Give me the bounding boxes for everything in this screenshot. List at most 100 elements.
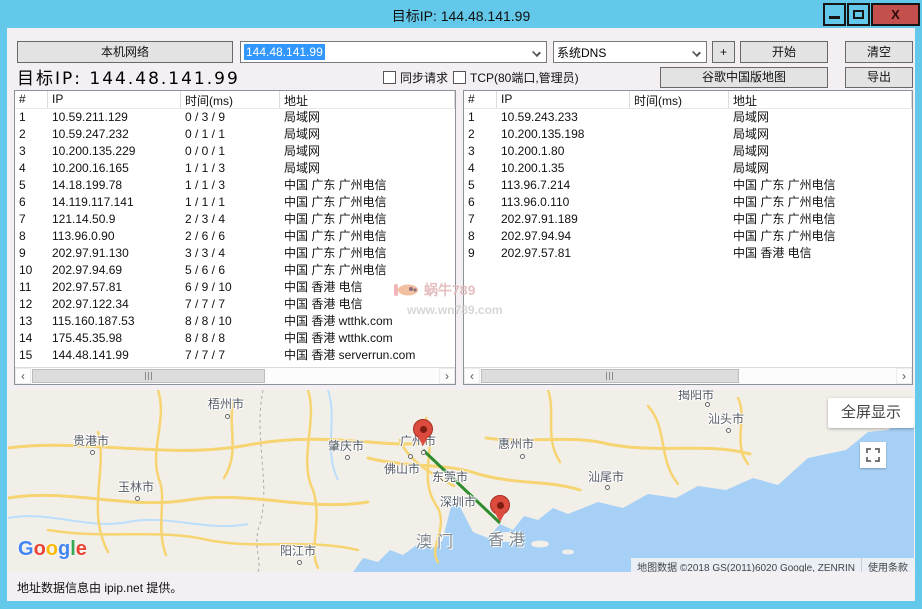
dns-combobox[interactable]: 系统DNS — [553, 41, 707, 63]
close-icon: X — [891, 7, 900, 22]
hop-number: 6 — [15, 194, 48, 211]
scrollbar-track[interactable] — [31, 368, 439, 384]
hop-ip: 144.48.141.99 — [48, 347, 181, 364]
column-header: IP — [497, 91, 630, 108]
chevron-down-icon[interactable] — [692, 48, 701, 57]
table-row[interactable]: 514.18.199.781 / 1 / 3中国 广东 广州电信 — [15, 177, 455, 194]
hop-address: 中国 广东 广州电信 — [729, 177, 912, 194]
title-bar[interactable]: 目标IP: 144.48.141.99 X — [0, 0, 922, 28]
table-row[interactable]: 9202.97.91.1303 / 3 / 4中国 广东 广州电信 — [15, 245, 455, 262]
hop-ip: 14.18.199.78 — [48, 177, 181, 194]
table-row[interactable]: 210.200.135.198局域网 — [464, 126, 912, 143]
grip-icon — [609, 372, 610, 380]
chevron-right-icon[interactable]: › — [439, 368, 455, 384]
google-logo[interactable]: Google — [18, 538, 87, 561]
hop-time: 2 / 3 / 4 — [181, 211, 280, 228]
table-row[interactable]: 9202.97.57.81中国 香港 电信 — [464, 245, 912, 262]
chevron-left-icon[interactable]: ‹ — [464, 368, 480, 384]
checkbox-icon[interactable] — [453, 71, 466, 84]
scrollbar-track[interactable] — [480, 368, 896, 384]
table-row[interactable]: 110.59.211.1290 / 3 / 9局域网 — [15, 109, 455, 126]
maximize-button[interactable] — [847, 3, 870, 26]
export-button[interactable]: 导出 — [845, 67, 913, 88]
fullscreen-corners-button[interactable] — [860, 442, 886, 468]
column-header: # — [464, 91, 497, 108]
close-button[interactable]: X — [871, 3, 920, 26]
horizontal-scrollbar[interactable]: ‹ › — [464, 367, 912, 384]
hop-ip: 10.59.211.129 — [48, 109, 181, 126]
hop-ip: 202.97.91.189 — [497, 211, 630, 228]
hop-number: 5 — [15, 177, 48, 194]
table-row[interactable]: 310.200.1.80局域网 — [464, 143, 912, 160]
column-header: # — [15, 91, 48, 108]
table-row[interactable]: 13115.160.187.538 / 8 / 10中国 香港 wtthk.co… — [15, 313, 455, 330]
hop-address: 中国 香港 电信 — [280, 296, 455, 313]
hop-ip: 202.97.94.94 — [497, 228, 630, 245]
hop-address: 局域网 — [280, 143, 455, 160]
hop-time: 1 / 1 / 3 — [181, 177, 280, 194]
hop-number: 15 — [15, 347, 48, 364]
hop-address: 局域网 — [280, 126, 455, 143]
target-ip-label: 目标IP: 144.48.141.99 — [17, 64, 240, 89]
hop-number: 14 — [15, 330, 48, 347]
chevron-down-icon[interactable] — [532, 48, 541, 57]
main-panel: 本机网络 144.48.141.99 系统DNS + 开始 清空 目标IP: 1… — [7, 28, 915, 601]
add-dns-button[interactable]: + — [712, 41, 735, 63]
start-button[interactable]: 开始 — [740, 41, 828, 63]
table-row[interactable]: 10202.97.94.695 / 6 / 6中国 广东 广州电信 — [15, 262, 455, 279]
hop-ip: 113.96.0.110 — [497, 194, 630, 211]
table-row[interactable]: 110.59.243.233局域网 — [464, 109, 912, 126]
tcp-checkbox[interactable]: TCP(80端口,管理员) — [453, 69, 579, 86]
google-cn-map-button[interactable]: 谷歌中国版地图 — [660, 67, 828, 88]
table-row[interactable]: 7121.14.50.92 / 3 / 4中国 广东 广州电信 — [15, 211, 455, 228]
table-row[interactable]: 15144.48.141.997 / 7 / 7中国 香港 serverrun.… — [15, 347, 455, 364]
table-row[interactable]: 310.200.135.2290 / 0 / 1局域网 — [15, 143, 455, 160]
scrollbar-thumb[interactable] — [481, 369, 739, 383]
maximize-icon — [853, 10, 864, 19]
trace-table-right: #IP时间(ms)地址 110.59.243.233局域网210.200.135… — [463, 90, 913, 385]
map-city-label: 佛山市 — [384, 460, 420, 477]
map-canvas[interactable]: 梧州市贵港市玉林市肇庆市广州市佛山市东莞市惠州市深圳市汕尾市汕头市揭阳市阳江市澳… — [8, 390, 914, 572]
table-row[interactable]: 12202.97.122.347 / 7 / 7中国 香港 电信 — [15, 296, 455, 313]
hop-address: 中国 广东 广州电信 — [280, 262, 455, 279]
sync-request-checkbox[interactable]: 同步请求 — [383, 69, 448, 86]
hop-time — [630, 126, 729, 143]
local-network-button[interactable]: 本机网络 — [17, 41, 233, 63]
hop-number: 8 — [464, 228, 497, 245]
hop-number: 7 — [464, 211, 497, 228]
table-row[interactable]: 14175.45.35.988 / 8 / 8中国 香港 wtthk.com — [15, 330, 455, 347]
column-header: 地址 — [280, 91, 455, 108]
terms-link[interactable]: 使用条款 — [861, 558, 914, 572]
hop-time — [630, 211, 729, 228]
column-header: 时间(ms) — [630, 91, 729, 108]
horizontal-scrollbar[interactable]: ‹ › — [15, 367, 455, 384]
table-row[interactable]: 8113.96.0.902 / 6 / 6中国 广东 广州电信 — [15, 228, 455, 245]
hop-number: 4 — [15, 160, 48, 177]
hop-ip: 10.200.1.35 — [497, 160, 630, 177]
hop-number: 3 — [15, 143, 48, 160]
hop-ip: 202.97.91.130 — [48, 245, 181, 262]
hop-time — [630, 109, 729, 126]
scrollbar-thumb[interactable] — [32, 369, 265, 383]
clear-button[interactable]: 清空 — [845, 41, 913, 63]
table-row[interactable]: 210.59.247.2320 / 1 / 1局域网 — [15, 126, 455, 143]
table-row[interactable]: 5113.96.7.214中国 广东 广州电信 — [464, 177, 912, 194]
chevron-left-icon[interactable]: ‹ — [15, 368, 31, 384]
fullscreen-button[interactable]: 全屏显示 — [828, 398, 914, 428]
checkbox-icon[interactable] — [383, 71, 396, 84]
hop-address: 局域网 — [729, 143, 912, 160]
table-row[interactable]: 6113.96.0.110中国 广东 广州电信 — [464, 194, 912, 211]
google-logo-letter: o — [46, 538, 58, 560]
hop-address: 中国 广东 广州电信 — [280, 245, 455, 262]
chevron-right-icon[interactable]: › — [896, 368, 912, 384]
table-row[interactable]: 410.200.1.35局域网 — [464, 160, 912, 177]
table-row[interactable]: 614.119.117.1411 / 1 / 1中国 广东 广州电信 — [15, 194, 455, 211]
target-ip-combobox[interactable]: 144.48.141.99 — [240, 41, 547, 63]
hop-address: 中国 广东 广州电信 — [729, 194, 912, 211]
hop-number: 1 — [15, 109, 48, 126]
minimize-button[interactable] — [823, 3, 846, 26]
table-row[interactable]: 11202.97.57.816 / 9 / 10中国 香港 电信 — [15, 279, 455, 296]
table-row[interactable]: 410.200.16.1651 / 1 / 3局域网 — [15, 160, 455, 177]
table-row[interactable]: 7202.97.91.189中国 广东 广州电信 — [464, 211, 912, 228]
table-row[interactable]: 8202.97.94.94中国 广东 广州电信 — [464, 228, 912, 245]
